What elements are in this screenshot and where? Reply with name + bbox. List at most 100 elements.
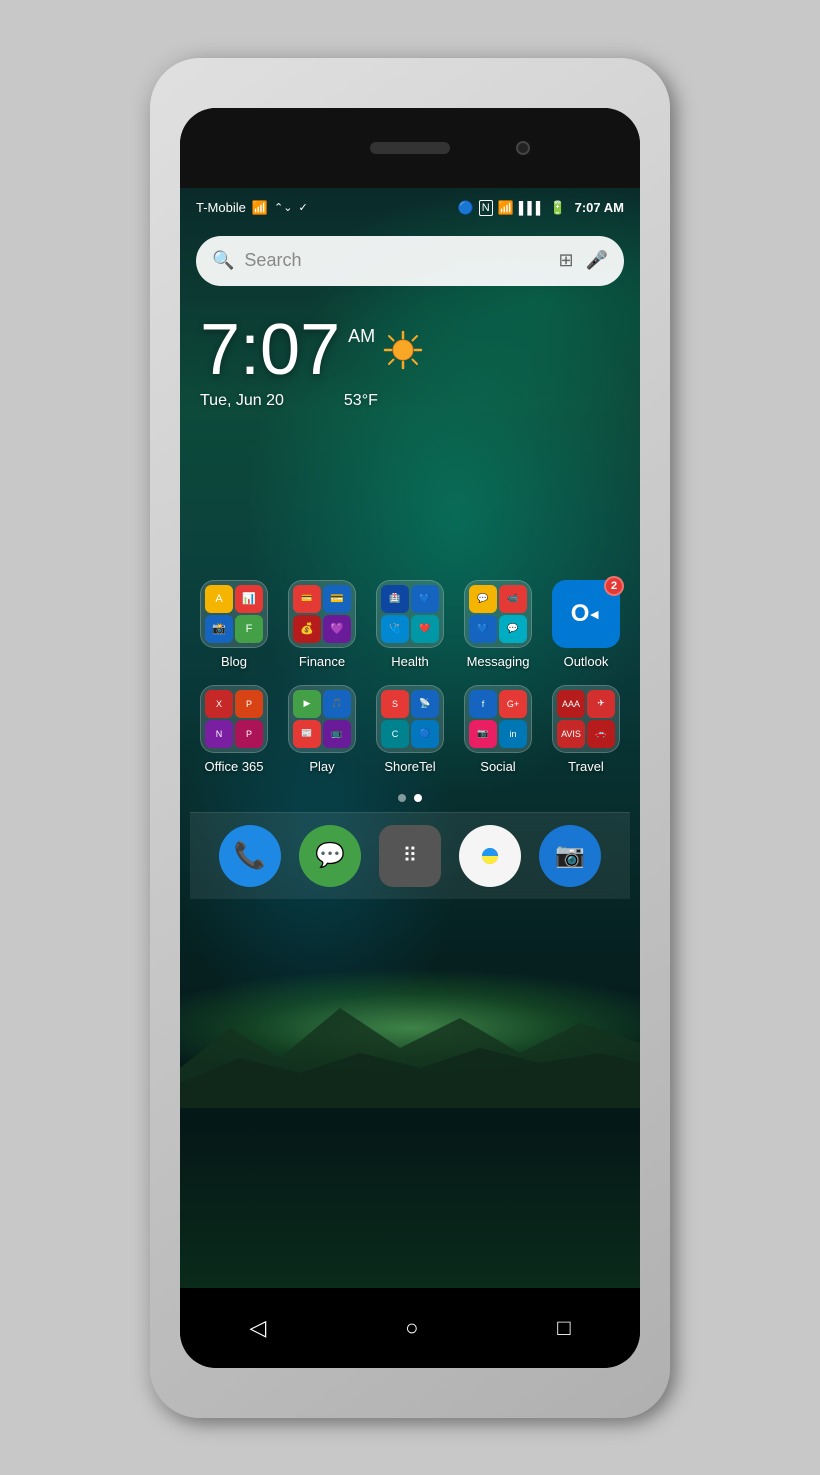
page-dot-2[interactable] — [414, 794, 422, 802]
blog-icon-4: F — [235, 615, 263, 643]
social-icon-1: f — [469, 690, 497, 718]
play-folder-icon: ▶ 🎵 📰 📺 — [288, 685, 356, 753]
messaging-folder-icon: 💬 📹 💙 💬 — [464, 580, 532, 648]
messaging-icon-3: 💙 — [469, 615, 497, 643]
app-row-2: X P N P Office 365 ▶ 🎵 📰 📺 — [190, 685, 630, 774]
shoretel-icon-4: 🔵 — [411, 720, 439, 748]
health-icon-2: 💙 — [411, 585, 439, 613]
clock-date: Tue, Jun 20 — [200, 392, 284, 410]
search-bar[interactable]: 🔍 Search ⊞ 🎤 — [196, 236, 624, 286]
arrow-down-icon: ✓ — [298, 201, 307, 214]
dock-camera[interactable]: 📷 — [539, 825, 601, 887]
dock: 📞 💬 ⠿ — [190, 812, 630, 899]
folder-messaging[interactable]: 💬 📹 💙 💬 Messaging — [458, 580, 538, 669]
travel-icon-1: AAA — [557, 690, 585, 718]
messaging-label: Messaging — [467, 654, 530, 669]
microphone-icon[interactable]: 🎤 — [586, 250, 608, 271]
messaging-icon-4: 💬 — [499, 615, 527, 643]
folder-travel[interactable]: AAA ✈ AVIS 🚗 Travel — [546, 685, 626, 774]
bluetooth-icon: 🔵 — [458, 200, 474, 216]
health-label: Health — [391, 654, 429, 669]
landscape-glow — [180, 968, 640, 1088]
folder-office365[interactable]: X P N P Office 365 — [194, 685, 274, 774]
shoretel-label: ShoreTel — [384, 759, 435, 774]
shoretel-folder-icon: S 📡 C 🔵 — [376, 685, 444, 753]
social-icon-3: 📷 — [469, 720, 497, 748]
office-icon-2: P — [235, 690, 263, 718]
search-icon: 🔍 — [212, 250, 234, 271]
status-left: T-Mobile 📶 ⌃⌄ ✓ — [196, 200, 308, 216]
wifi-icon: 📶 — [498, 200, 514, 216]
travel-label: Travel — [568, 759, 604, 774]
folder-health[interactable]: 🏥 💙 🩺 ❤️ Health — [370, 580, 450, 669]
clock-area: 7:07 AM Tue, Jun 20 — [180, 294, 640, 420]
clock-temp: 53°F — [344, 392, 378, 410]
health-folder-icon: 🏥 💙 🩺 ❤️ — [376, 580, 444, 648]
messaging-icon-2: 📹 — [499, 585, 527, 613]
arrow-icons: ⌃⌄ — [274, 201, 292, 214]
apps-grid-icon: ⠿ — [403, 843, 418, 868]
nav-bar: ◁ ○ □ — [180, 1288, 640, 1368]
dock-photos[interactable] — [459, 825, 521, 887]
phone-inner: T-Mobile 📶 ⌃⌄ ✓ 🔵 N 📶 ▌▌▌ 🔋 7:07 AM 🔍 Se — [180, 108, 640, 1368]
nav-back-button[interactable]: ◁ — [249, 1315, 266, 1341]
outlook-label: Outlook — [564, 654, 609, 669]
play-icon-1: ▶ — [293, 690, 321, 718]
outlook-badge: 2 — [604, 576, 624, 596]
blog-icon-2: 📊 — [235, 585, 263, 613]
health-icon-3: 🩺 — [381, 615, 409, 643]
nfc-icon: N — [479, 200, 493, 216]
camera-icon: 📷 — [555, 841, 585, 870]
finance-icon-1: 💳 — [293, 585, 321, 613]
app-outlook[interactable]: O ◄ 2 Outlook — [546, 580, 626, 669]
play-icon-3: 📰 — [293, 720, 321, 748]
carrier-label: T-Mobile — [196, 200, 246, 215]
folder-play[interactable]: ▶ 🎵 📰 📺 Play — [282, 685, 362, 774]
folder-blog[interactable]: A 📊 📸 F Blog — [194, 580, 274, 669]
travel-icon-3: AVIS — [557, 720, 585, 748]
dock-apps[interactable]: ⠿ — [379, 825, 441, 887]
shoretel-icon-3: C — [381, 720, 409, 748]
google-photos-icon — [474, 840, 506, 872]
health-icon-4: ❤️ — [411, 615, 439, 643]
finance-label: Finance — [299, 654, 345, 669]
dock-hangouts[interactable]: 💬 — [299, 825, 361, 887]
weather-sun-icon — [383, 330, 423, 370]
office-icon-1: X — [205, 690, 233, 718]
phone-icon: 📞 — [234, 840, 266, 871]
status-right: 🔵 N 📶 ▌▌▌ 🔋 7:07 AM — [458, 200, 624, 216]
screen: T-Mobile 📶 ⌃⌄ ✓ 🔵 N 📶 ▌▌▌ 🔋 7:07 AM 🔍 Se — [180, 188, 640, 1288]
office365-label: Office 365 — [204, 759, 263, 774]
shoretel-icon-2: 📡 — [411, 690, 439, 718]
folder-social[interactable]: f G+ 📷 in Social — [458, 685, 538, 774]
social-icon-2: G+ — [499, 690, 527, 718]
page-dot-1[interactable] — [398, 794, 406, 802]
finance-folder-icon: 💳 💳 💰 💜 — [288, 580, 356, 648]
front-camera — [516, 141, 530, 155]
shoretel-icon-1: S — [381, 690, 409, 718]
folder-finance[interactable]: 💳 💳 💰 💜 Finance — [282, 580, 362, 669]
health-icon-1: 🏥 — [381, 585, 409, 613]
finance-icon-2: 💳 — [323, 585, 351, 613]
nav-recent-button[interactable]: □ — [557, 1315, 570, 1341]
travel-folder-icon: AAA ✈ AVIS 🚗 — [552, 685, 620, 753]
play-label: Play — [309, 759, 334, 774]
speaker — [370, 142, 450, 154]
apps-area: A 📊 📸 F Blog 💳 💳 💰 💜 — [180, 420, 640, 909]
office-icon-3: N — [205, 720, 233, 748]
dock-phone[interactable]: 📞 — [219, 825, 281, 887]
search-placeholder[interactable]: Search — [244, 250, 558, 271]
finance-icon-4: 💜 — [323, 615, 351, 643]
messaging-icon-1: 💬 — [469, 585, 497, 613]
folder-shoretel[interactable]: S 📡 C 🔵 ShoreTel — [370, 685, 450, 774]
blog-icon-1: A — [205, 585, 233, 613]
nav-home-button[interactable]: ○ — [405, 1315, 418, 1341]
hangouts-icon: 💬 — [315, 841, 345, 870]
social-icon-4: in — [499, 720, 527, 748]
time-label: 7:07 AM — [575, 200, 624, 215]
app-row-1: A 📊 📸 F Blog 💳 💳 💰 💜 — [190, 580, 630, 669]
status-bar: T-Mobile 📶 ⌃⌄ ✓ 🔵 N 📶 ▌▌▌ 🔋 7:07 AM — [180, 188, 640, 228]
play-icon-4: 📺 — [323, 720, 351, 748]
mountains-bg — [180, 988, 640, 1108]
qr-scan-icon[interactable]: ⊞ — [558, 250, 573, 271]
